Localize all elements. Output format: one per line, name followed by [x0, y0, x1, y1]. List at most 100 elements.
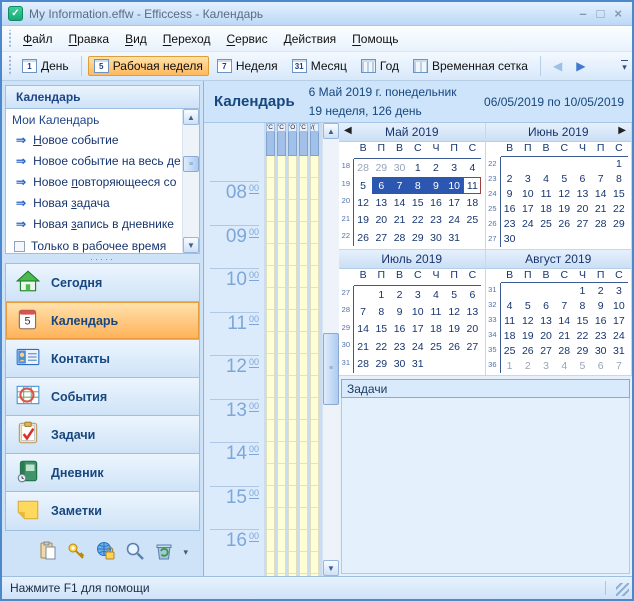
day-cell[interactable]: 21	[555, 328, 573, 343]
day-cell[interactable]: 30	[390, 356, 408, 373]
day-cell[interactable]: 23	[501, 217, 519, 232]
day-cell[interactable]: 11	[537, 187, 555, 202]
day-cell[interactable]: 4	[555, 358, 573, 373]
day-cell[interactable]: 31	[610, 343, 628, 358]
day-cell[interactable]: 14	[555, 313, 573, 328]
work-hours-checkbox-item[interactable]: Только в рабочее время	[6, 234, 182, 253]
sidebar-list-scrollbar[interactable]: ▲ ≡ ▼	[182, 109, 199, 253]
day-cell[interactable]: 26	[354, 229, 372, 246]
tools-dropdown-icon[interactable]: ▾	[183, 547, 188, 558]
day-cell[interactable]: 7	[592, 172, 610, 187]
close-button[interactable]: ×	[614, 7, 622, 20]
day-cell[interactable]: 7	[610, 358, 628, 373]
day-cell[interactable]: 21	[390, 212, 408, 229]
day-cell[interactable]: 9	[390, 303, 408, 320]
day-cell[interactable]: 19	[519, 328, 537, 343]
day-cell[interactable]: 5	[573, 358, 591, 373]
selected-day-cell[interactable]: 9	[427, 177, 445, 194]
tasks-panel-body[interactable]	[341, 398, 630, 574]
day-cell[interactable]: 25	[537, 217, 555, 232]
day-cell[interactable]: 23	[427, 212, 445, 229]
nav-forward-icon[interactable]: ▶	[569, 57, 592, 75]
day-cell[interactable]: 3	[519, 172, 537, 187]
toolbar-button-1[interactable]: 5Рабочая неделя	[88, 56, 209, 76]
day-cell[interactable]: 26	[445, 338, 463, 355]
day-cell[interactable]: 28	[354, 159, 372, 176]
day-cell[interactable]: 26	[555, 217, 573, 232]
day-cell[interactable]: 13	[463, 303, 481, 320]
day-cell[interactable]: 20	[573, 202, 591, 217]
day-cell[interactable]: 12	[555, 187, 573, 202]
day-cell[interactable]: 15	[372, 321, 390, 338]
sidebar-item-calendar[interactable]: 5Календарь	[6, 302, 199, 340]
day-cell[interactable]: 1	[573, 283, 591, 298]
key-icon[interactable]	[67, 541, 87, 564]
scroll-thumb[interactable]: ≡	[183, 156, 199, 172]
day-cell[interactable]: 31	[409, 356, 427, 373]
day-cell[interactable]: 12	[354, 194, 372, 211]
day-cell[interactable]: 8	[610, 172, 628, 187]
day-cell[interactable]: 5	[555, 172, 573, 187]
day-cell[interactable]: 8	[573, 298, 591, 313]
day-cell[interactable]: 30	[501, 232, 519, 247]
day-cell[interactable]: 10	[610, 298, 628, 313]
day-cell[interactable]: 1	[501, 358, 519, 373]
day-cell[interactable]: 4	[427, 286, 445, 303]
day-cell[interactable]: 24	[409, 338, 427, 355]
recycle-icon[interactable]	[154, 541, 174, 564]
day-cell[interactable]: 23	[592, 328, 610, 343]
day-cell[interactable]: 20	[372, 212, 390, 229]
day-cell[interactable]: 15	[573, 313, 591, 328]
day-cell[interactable]: 16	[501, 202, 519, 217]
toolbar-button-0[interactable]: 1День	[16, 56, 75, 76]
selected-day-cell[interactable]: 6	[372, 177, 390, 194]
prev-month-icon[interactable]: ◀	[344, 125, 352, 136]
day-cell[interactable]: 8	[372, 303, 390, 320]
day-column-1[interactable]: 'C	[277, 123, 286, 576]
day-cell[interactable]: 6	[573, 172, 591, 187]
day-column-body[interactable]	[266, 156, 275, 576]
day-cell[interactable]: 16	[427, 194, 445, 211]
day-cell[interactable]: 27	[573, 217, 591, 232]
day-cell[interactable]: 2	[390, 286, 408, 303]
day-columns[interactable]: 'C'C'O'C/(	[264, 123, 322, 576]
day-cell[interactable]: 17	[409, 321, 427, 338]
paste-icon[interactable]	[38, 541, 58, 564]
menu-item-1[interactable]: Правка	[61, 29, 118, 49]
day-cell[interactable]: 16	[390, 321, 408, 338]
day-cell[interactable]: 26	[519, 343, 537, 358]
menu-item-3[interactable]: Переход	[155, 29, 219, 49]
shortcut-item-0[interactable]: ⇒Новое событие	[6, 129, 182, 150]
day-cell[interactable]: 27	[372, 229, 390, 246]
day-cell[interactable]: 21	[354, 338, 372, 355]
day-column-body[interactable]	[310, 156, 319, 576]
day-cell[interactable]: 19	[354, 212, 372, 229]
day-cell[interactable]: 13	[372, 194, 390, 211]
day-cell[interactable]: 1	[610, 157, 628, 172]
day-cell[interactable]: 9	[501, 187, 519, 202]
day-cell[interactable]: 15	[610, 187, 628, 202]
day-cell[interactable]: 18	[427, 321, 445, 338]
day-cell[interactable]: 2	[592, 283, 610, 298]
maximize-button[interactable]: □	[597, 7, 605, 20]
menu-item-2[interactable]: Вид	[117, 29, 155, 49]
sidebar-item-events[interactable]: События	[6, 378, 199, 416]
next-month-icon[interactable]: ▶	[618, 125, 626, 136]
day-cell[interactable]: 25	[427, 338, 445, 355]
day-cell[interactable]: 30	[390, 159, 408, 176]
day-cell[interactable]: 4	[501, 298, 519, 313]
day-cell[interactable]: 13	[537, 313, 555, 328]
day-cell[interactable]: 24	[610, 328, 628, 343]
day-cell[interactable]: 31	[445, 229, 463, 246]
day-cell[interactable]: 13	[573, 187, 591, 202]
day-cell[interactable]: 10	[519, 187, 537, 202]
day-cell[interactable]: 29	[610, 217, 628, 232]
day-cell[interactable]: 28	[354, 356, 372, 373]
day-cell[interactable]: 11	[501, 313, 519, 328]
scroll-thumb[interactable]: ≡	[323, 333, 339, 405]
day-cell[interactable]: 3	[445, 159, 463, 176]
day-cell[interactable]: 28	[390, 229, 408, 246]
day-cell[interactable]: 14	[390, 194, 408, 211]
day-cell[interactable]: 18	[501, 328, 519, 343]
day-cell[interactable]: 16	[592, 313, 610, 328]
